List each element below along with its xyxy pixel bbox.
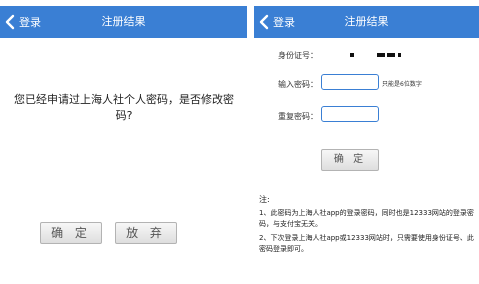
notes-title: 注: [259, 195, 270, 204]
note-line-2: 2、下次登录上海人社app或12333网站时，只需要使用身份证号、此密码登录即可… [259, 234, 474, 253]
repeat-password-label: 重复密码： [278, 112, 318, 121]
password-label: 输入密码： [278, 80, 318, 89]
confirm-button[interactable]: 确 定 [321, 149, 379, 171]
note-line-1: 1、此密码为上海人社app的登录密码，同时也是12333网站的登录密码，与支付宝… [259, 209, 474, 228]
nav-bar: 登录 注册结果 [254, 6, 479, 38]
id-number-redaction [350, 53, 354, 57]
set-password-screen: 登录 注册结果 身份证号： 输入密码： 只能是6位数字 重复密码： 确 定 注:… [254, 0, 479, 284]
confirm-button[interactable]: 确 定 [40, 222, 102, 244]
change-password-prompt: 您已经申请过上海人社个人密码，是否修改密码? [14, 93, 234, 122]
repeat-password-input[interactable] [321, 106, 379, 122]
id-number-redaction [398, 53, 401, 57]
page-title: 注册结果 [101, 15, 146, 28]
password-hint: 只能是6位数字 [382, 81, 422, 88]
id-number-redaction [377, 53, 385, 57]
nav-bar: 登录 注册结果 [0, 6, 247, 38]
result-screen-existing-password: 登录 注册结果 您已经申请过上海人社个人密码，是否修改密码? 确 定 放 弃 [0, 0, 247, 284]
id-number-label: 身份证号： [278, 51, 318, 60]
abandon-button[interactable]: 放 弃 [115, 222, 177, 244]
id-number-redaction [387, 53, 395, 57]
password-input[interactable] [321, 74, 379, 90]
page-title: 注册结果 [344, 15, 389, 28]
